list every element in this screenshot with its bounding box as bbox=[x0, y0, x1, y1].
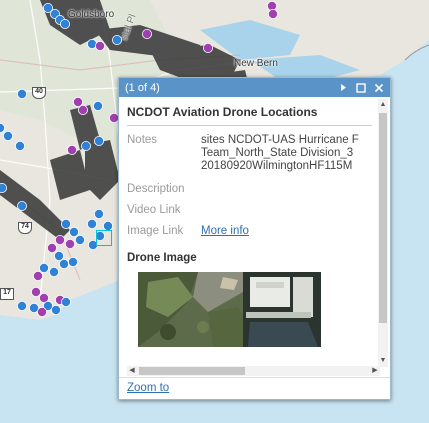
feature-count: (1 of 4) bbox=[125, 81, 160, 94]
popup-footer: Zoom to bbox=[119, 377, 390, 399]
attribute-value bbox=[201, 198, 359, 219]
drone-location-point[interactable] bbox=[93, 101, 104, 112]
horizontal-scroll-thumb[interactable] bbox=[139, 367, 245, 375]
drone-location-point[interactable] bbox=[16, 89, 27, 100]
popup-content: NCDOT Aviation Drone Locations Notes sit… bbox=[119, 97, 380, 367]
drone-location-point[interactable] bbox=[202, 43, 213, 54]
attribute-key: Notes bbox=[127, 134, 158, 146]
drone-location-point[interactable] bbox=[94, 208, 105, 219]
drone-location-point[interactable] bbox=[37, 306, 48, 317]
maximize-icon[interactable] bbox=[354, 81, 368, 95]
drone-location-point[interactable] bbox=[267, 8, 278, 19]
drone-location-point[interactable] bbox=[55, 234, 66, 245]
drone-location-point[interactable] bbox=[14, 140, 25, 151]
close-icon[interactable] bbox=[372, 81, 386, 95]
attribute-row-description: Description bbox=[127, 175, 359, 198]
feature-popup[interactable]: (1 of 4) NCDOT Aviation Drone Locations … bbox=[118, 77, 391, 400]
attribute-row-image-link: Image Link More info bbox=[127, 219, 359, 240]
drone-location-point[interactable] bbox=[95, 41, 106, 52]
attribute-value bbox=[201, 175, 359, 198]
popup-title: NCDOT Aviation Drone Locations bbox=[127, 105, 372, 126]
drone-location-point[interactable] bbox=[73, 97, 84, 108]
next-icon[interactable] bbox=[336, 81, 350, 95]
attribute-row-notes: Notes sites NCDOT-UAS Hurricane F Team_N… bbox=[127, 132, 359, 175]
drone-location-point[interactable] bbox=[81, 140, 92, 151]
drone-location-point[interactable] bbox=[54, 250, 65, 261]
drone-location-point[interactable] bbox=[61, 296, 72, 307]
selected-feature-highlight bbox=[96, 230, 112, 246]
popup-header: (1 of 4) bbox=[119, 78, 390, 97]
drone-location-point[interactable] bbox=[94, 135, 105, 146]
drone-location-point[interactable] bbox=[30, 286, 41, 297]
drone-location-point[interactable] bbox=[0, 183, 7, 193]
drone-location-point[interactable] bbox=[16, 200, 27, 211]
drone-location-point[interactable] bbox=[78, 105, 89, 116]
drone-location-point[interactable] bbox=[60, 18, 71, 29]
drone-location-point[interactable] bbox=[33, 270, 44, 281]
drone-location-point[interactable] bbox=[49, 266, 60, 277]
attribute-row-video-link: Video Link bbox=[127, 198, 359, 219]
scroll-down-icon[interactable]: ▼ bbox=[379, 357, 387, 365]
drone-location-point[interactable] bbox=[87, 218, 98, 229]
attribute-table: Notes sites NCDOT-UAS Hurricane F Team_N… bbox=[127, 132, 359, 240]
drone-location-point[interactable] bbox=[67, 144, 78, 155]
drone-location-point[interactable] bbox=[65, 238, 76, 249]
drone-location-point[interactable] bbox=[68, 256, 79, 267]
zoom-to-link[interactable]: Zoom to bbox=[127, 382, 169, 394]
scroll-up-icon[interactable]: ▲ bbox=[379, 101, 387, 109]
more-info-link[interactable]: More info bbox=[201, 225, 249, 237]
drone-location-point[interactable] bbox=[47, 242, 58, 253]
drone-location-point[interactable] bbox=[59, 258, 70, 269]
media-title: Drone Image bbox=[127, 252, 197, 264]
drone-location-point[interactable] bbox=[51, 304, 62, 315]
drone-location-point[interactable] bbox=[39, 262, 50, 273]
attribute-key: Video Link bbox=[127, 204, 181, 216]
drone-image[interactable] bbox=[138, 272, 321, 347]
drone-location-point[interactable] bbox=[75, 234, 86, 245]
vertical-scrollbar[interactable]: ▲ ▼ bbox=[378, 99, 388, 367]
attribute-key: Image Link bbox=[127, 225, 184, 237]
drone-location-point[interactable] bbox=[0, 123, 5, 133]
attribute-key: Description bbox=[127, 183, 185, 195]
drone-location-point[interactable] bbox=[61, 218, 72, 229]
horizontal-scrollbar[interactable]: ◀ ▶ bbox=[127, 366, 380, 376]
scroll-right-icon[interactable]: ▶ bbox=[371, 367, 379, 375]
drone-location-point[interactable] bbox=[3, 130, 13, 141]
drone-location-point[interactable] bbox=[16, 300, 27, 311]
drone-location-point[interactable] bbox=[69, 226, 80, 237]
attribute-value: sites NCDOT-UAS Hurricane F Team_North_S… bbox=[201, 134, 359, 172]
scroll-left-icon[interactable]: ◀ bbox=[128, 367, 136, 375]
drone-location-point[interactable] bbox=[141, 28, 152, 39]
drone-location-point[interactable] bbox=[112, 35, 123, 46]
vertical-scroll-thumb[interactable] bbox=[379, 113, 387, 323]
